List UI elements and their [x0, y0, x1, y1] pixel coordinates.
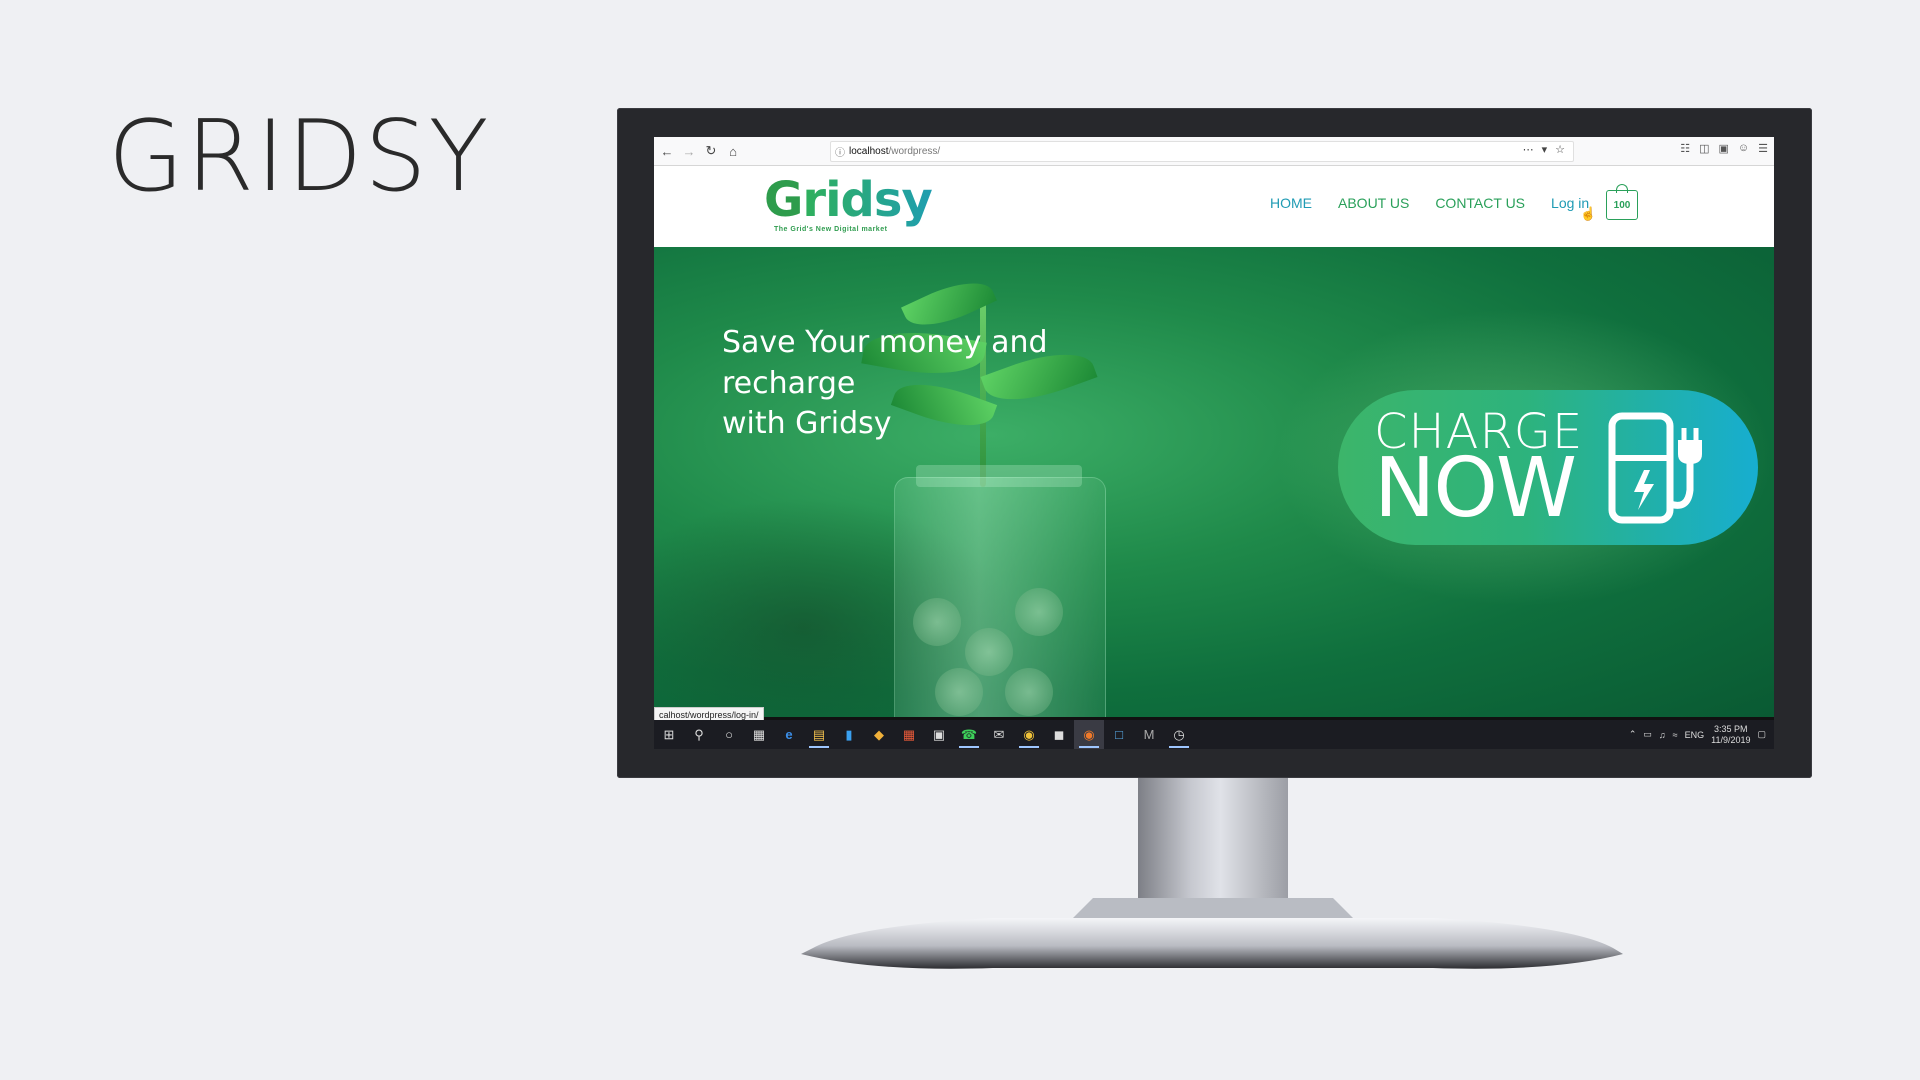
nav-home[interactable]: HOME	[1270, 195, 1312, 211]
extension-icon[interactable]: ▣	[1718, 142, 1728, 155]
battery-icon[interactable]: ▭	[1643, 729, 1652, 740]
url-path: /wordpress/	[888, 146, 941, 157]
hero-headline: Save Your money and recharge with Gridsy	[722, 323, 1182, 445]
logo-text: ridsy	[802, 172, 932, 228]
app-blue-icon[interactable]: □	[1104, 720, 1134, 749]
account-icon[interactable]: ☺	[1738, 142, 1749, 155]
cortana-icon[interactable]: ○	[714, 720, 744, 749]
monitor-stand-base	[801, 898, 1623, 969]
page-actions-icon[interactable]: ⋯	[1523, 143, 1534, 156]
pocket-icon[interactable]: ▾	[1542, 143, 1548, 156]
main-nav: HOME ABOUT US CONTACT US Log in	[1270, 195, 1589, 211]
system-tray: ⌃ ▭ ♫ ≈ ENG 3:35 PM 11/9/2019 ▢	[1629, 720, 1766, 749]
slide-title: GRIDSY	[108, 100, 491, 214]
address-bar[interactable]: ⓘ localhost/wordpress/ ⋯ ▾ ☆	[830, 141, 1574, 162]
monitor-app-icon[interactable]: M	[1134, 720, 1164, 749]
site-header: Gridsy The Grid's New Digital market HOM…	[654, 166, 1774, 246]
clock-time: 3:35 PM	[1714, 723, 1748, 734]
hero-headline-line1: Save Your money and recharge	[722, 325, 1048, 401]
edge-icon[interactable]: e	[774, 720, 804, 749]
pointer-cursor-icon: ☝	[1580, 206, 1597, 221]
git-app-icon[interactable]: ◆	[864, 720, 894, 749]
clock-date: 11/9/2019	[1711, 734, 1751, 745]
coin	[965, 628, 1013, 676]
forward-icon[interactable]: →	[680, 142, 698, 160]
sidebar-icon[interactable]: ◫	[1699, 142, 1709, 155]
coin	[1005, 668, 1053, 716]
volume-icon[interactable]: ♫	[1659, 730, 1666, 740]
mail-icon[interactable]: ✉	[984, 720, 1014, 749]
charge-now-button[interactable]: CHARGE NOW	[1338, 390, 1758, 545]
monitor-stand-neck	[1138, 778, 1288, 918]
back-icon[interactable]: ←	[658, 142, 676, 160]
url-host: localhost	[849, 146, 889, 157]
clock-app-icon[interactable]: ◷	[1164, 720, 1194, 749]
logo-letter-g: G	[764, 172, 803, 228]
chrome-icon[interactable]: ◉	[1014, 720, 1044, 749]
cart-count: 100	[1613, 199, 1631, 211]
windows-taskbar: ⊞ ⚲ ○ ▦ e ▤ ▮ ◆ ▦ ▣ ☎ ✉ ◉ ◼ ◉ □ M ◷ ⌃ ▭ …	[654, 720, 1774, 749]
info-icon[interactable]: ⓘ	[835, 144, 849, 159]
library-icon[interactable]: ☷	[1680, 142, 1690, 155]
nav-contact[interactable]: CONTACT US	[1435, 195, 1525, 211]
home-icon[interactable]: ⌂	[724, 142, 742, 160]
browser-toolbar: ← → ↻ ⌂ ⓘ localhost/wordpress/ ⋯ ▾ ☆ ☷ ◫…	[654, 137, 1774, 166]
notes-app-icon[interactable]: ▮	[834, 720, 864, 749]
nav-about[interactable]: ABOUT US	[1338, 195, 1409, 211]
now-label: NOW	[1374, 441, 1577, 536]
coin	[1015, 588, 1063, 636]
gridsy-logo[interactable]: Gridsy The Grid's New Digital market	[764, 176, 933, 233]
windows-start-icon[interactable]: ⊞	[654, 720, 684, 749]
monitor-screen: ← → ↻ ⌂ ⓘ localhost/wordpress/ ⋯ ▾ ☆ ☷ ◫…	[654, 137, 1774, 749]
charging-station-icon	[1608, 412, 1702, 524]
camera-icon[interactable]: ◼	[1044, 720, 1074, 749]
task-view-icon[interactable]: ▦	[744, 720, 774, 749]
coin	[935, 668, 983, 716]
firefox-icon[interactable]: ◉	[1074, 720, 1104, 749]
office-app-icon[interactable]: ▦	[894, 720, 924, 749]
coin	[913, 598, 961, 646]
hero-headline-line2: with Gridsy	[722, 406, 892, 441]
taskbar-clock[interactable]: 3:35 PM 11/9/2019	[1711, 724, 1750, 746]
whatsapp-icon[interactable]: ☎	[954, 720, 984, 749]
chevron-up-icon[interactable]: ⌃	[1629, 729, 1637, 740]
coin-jar	[894, 477, 1106, 717]
reload-icon[interactable]: ↻	[702, 142, 720, 160]
bookmark-star-icon[interactable]: ☆	[1555, 143, 1565, 156]
hero-banner: Save Your money and recharge with Gridsy…	[654, 247, 1774, 717]
search-icon[interactable]: ⚲	[684, 720, 714, 749]
store-icon[interactable]: ▣	[924, 720, 954, 749]
cart-button[interactable]: 100	[1606, 184, 1638, 220]
language-indicator[interactable]: ENG	[1685, 730, 1705, 740]
notifications-icon[interactable]: ▢	[1757, 729, 1766, 740]
menu-icon[interactable]: ☰	[1758, 142, 1768, 155]
wifi-icon[interactable]: ≈	[1673, 730, 1678, 740]
file-explorer-icon[interactable]: ▤	[804, 720, 834, 749]
